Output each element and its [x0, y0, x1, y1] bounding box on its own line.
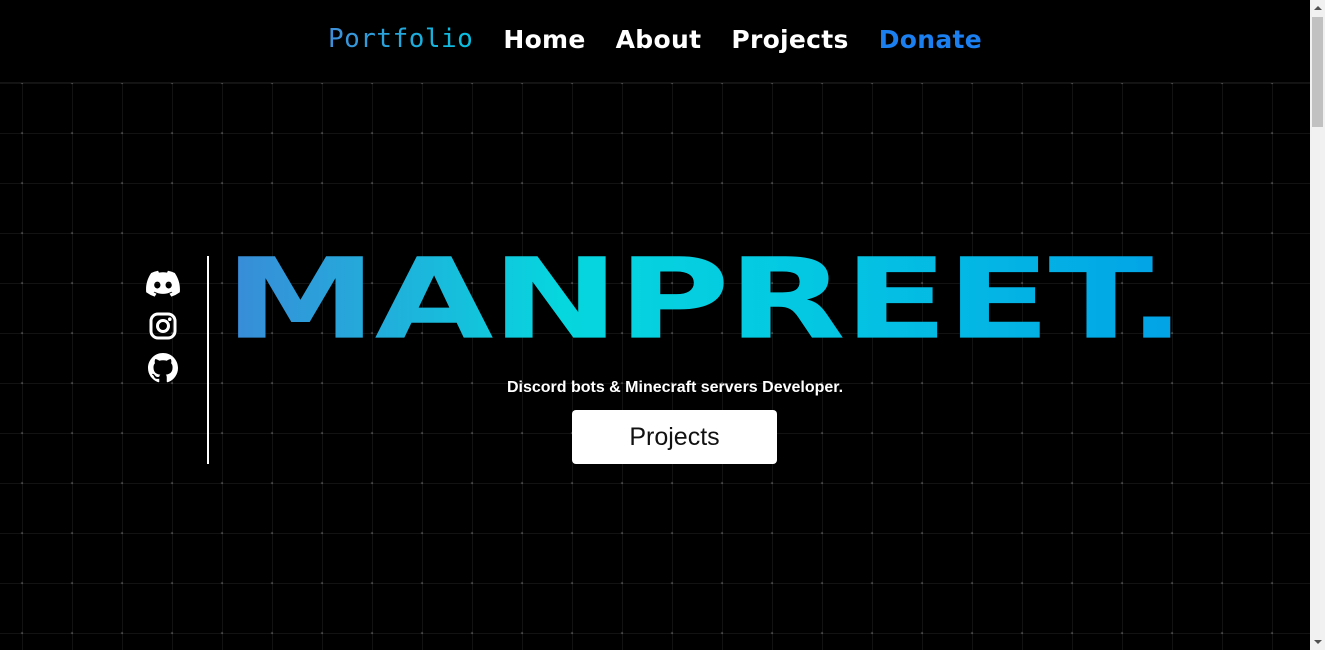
- projects-button[interactable]: Projects: [572, 410, 777, 464]
- nav-link-about[interactable]: About: [616, 25, 702, 54]
- vertical-scrollbar[interactable]: [1310, 0, 1325, 650]
- discord-icon[interactable]: [146, 268, 180, 300]
- navbar: Portfolio Home About Projects Donate: [0, 0, 1310, 83]
- nav-link-projects[interactable]: Projects: [731, 25, 848, 54]
- scrollbar-thumb[interactable]: [1312, 17, 1323, 127]
- nav-link-donate[interactable]: Donate: [879, 25, 982, 54]
- page-viewport: Portfolio Home About Projects Donate MAN…: [0, 0, 1310, 650]
- scroll-down-icon[interactable]: [1310, 634, 1325, 650]
- nav-brand-portfolio[interactable]: Portfolio: [328, 24, 473, 54]
- hero-title: MANPREET.: [224, 235, 1186, 365]
- scroll-up-icon[interactable]: [1310, 0, 1325, 16]
- social-links: [144, 268, 182, 384]
- hero-subtitle: Discord bots & Minecraft servers Develop…: [506, 379, 844, 396]
- instagram-icon[interactable]: [146, 310, 180, 342]
- nav-link-home[interactable]: Home: [503, 25, 585, 54]
- vertical-divider: [207, 256, 209, 464]
